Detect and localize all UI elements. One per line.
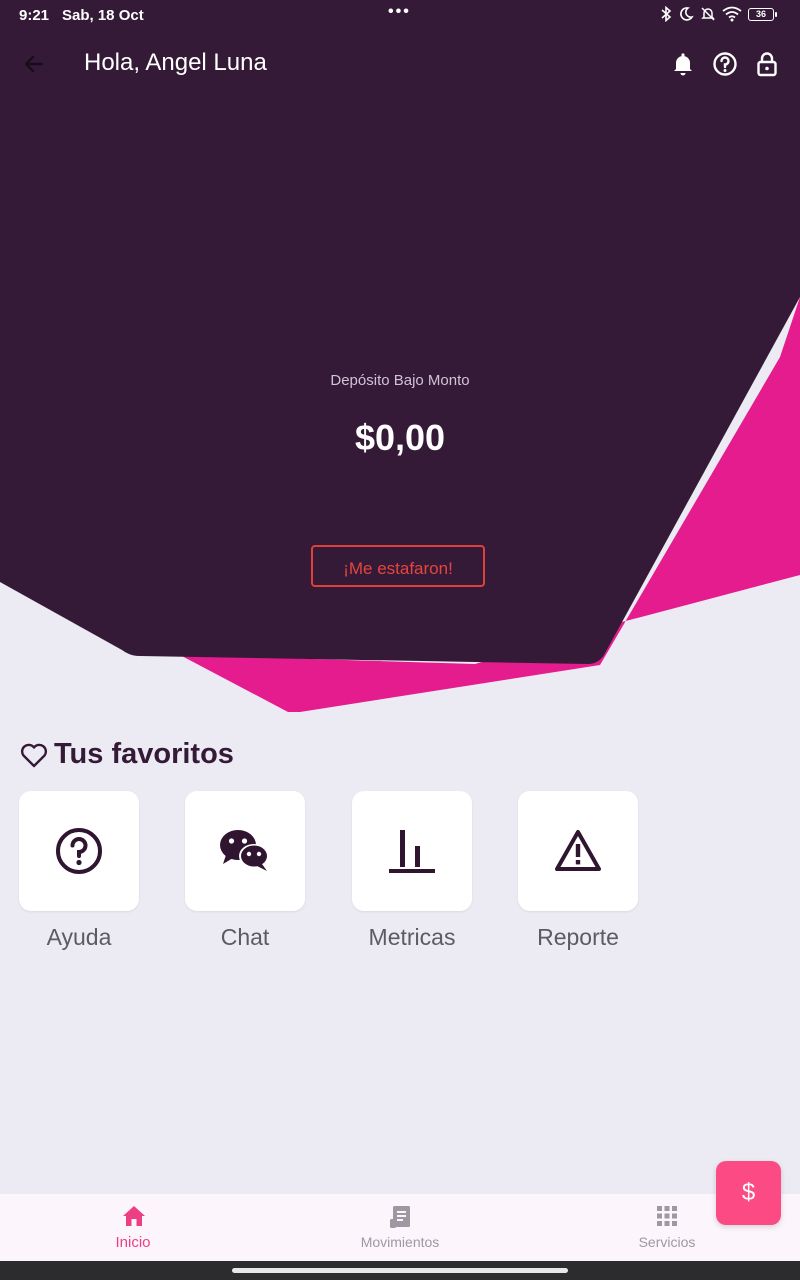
report-fraud-button[interactable]: ¡Me estafaron! <box>311 545 485 587</box>
money-fab-button[interactable]: $ <box>716 1161 781 1225</box>
app-bar: Hola, Angel Luna <box>0 40 800 88</box>
favorite-label-ayuda: Ayuda <box>46 924 112 950</box>
receipt-icon <box>390 1206 410 1228</box>
greeting-title: Hola, Angel Luna <box>84 49 267 76</box>
nav-item-movimientos[interactable]: Movimientos <box>320 1194 480 1261</box>
status-date: Sab, 18 Oct <box>62 7 144 24</box>
apps-grid-icon <box>657 1206 677 1226</box>
lock-icon[interactable] <box>753 50 781 78</box>
battery-icon: 36 <box>748 7 777 21</box>
favorite-label-metricas: Metricas <box>368 924 456 950</box>
favorite-label-chat: Chat <box>220 924 270 950</box>
help-icon[interactable] <box>711 50 739 78</box>
status-bar: 9:21 Sab, 18 Oct ••• 36 <box>0 0 800 32</box>
warning-icon <box>555 830 601 871</box>
favorite-tile-ayuda[interactable] <box>19 791 139 911</box>
home-icon <box>123 1206 145 1226</box>
more-dots-icon: ••• <box>388 3 411 20</box>
favorite-label-reporte: Reporte <box>537 924 619 950</box>
back-arrow-icon[interactable] <box>18 48 50 80</box>
status-icons: 36 <box>660 6 777 22</box>
muted-bell-icon <box>701 7 715 21</box>
nav-item-inicio[interactable]: Inicio <box>53 1194 213 1261</box>
header-background <box>0 0 800 720</box>
favorites-title-text: Tus favoritos <box>54 738 234 770</box>
wechat-icon <box>220 830 269 871</box>
notification-bell-icon[interactable] <box>669 50 697 78</box>
bottom-navigation: Inicio Movimientos Servicios <box>0 1194 800 1261</box>
bluetooth-icon <box>661 6 672 22</box>
favorite-tile-metricas[interactable] <box>352 791 472 911</box>
wifi-icon <box>722 6 742 22</box>
help-icon <box>56 828 102 874</box>
favorites-title: Tus favoritos <box>20 738 234 771</box>
bar-chart-icon <box>389 830 435 873</box>
home-indicator[interactable] <box>232 1268 568 1273</box>
nav-label-inicio: Inicio <box>115 1234 151 1251</box>
heart-outline-icon <box>20 743 48 767</box>
favorite-tile-reporte[interactable] <box>518 791 638 911</box>
nav-label-servicios: Servicios <box>638 1234 696 1250</box>
balance-label: Depósito Bajo Monto <box>330 372 470 389</box>
balance-amount: $0,00 <box>354 417 446 458</box>
nav-label-movimientos: Movimientos <box>360 1234 440 1250</box>
favorite-tile-chat[interactable] <box>185 791 305 911</box>
status-time: 9:21 <box>19 7 50 24</box>
moon-icon <box>680 7 694 21</box>
system-navigation-bar <box>0 1261 800 1280</box>
